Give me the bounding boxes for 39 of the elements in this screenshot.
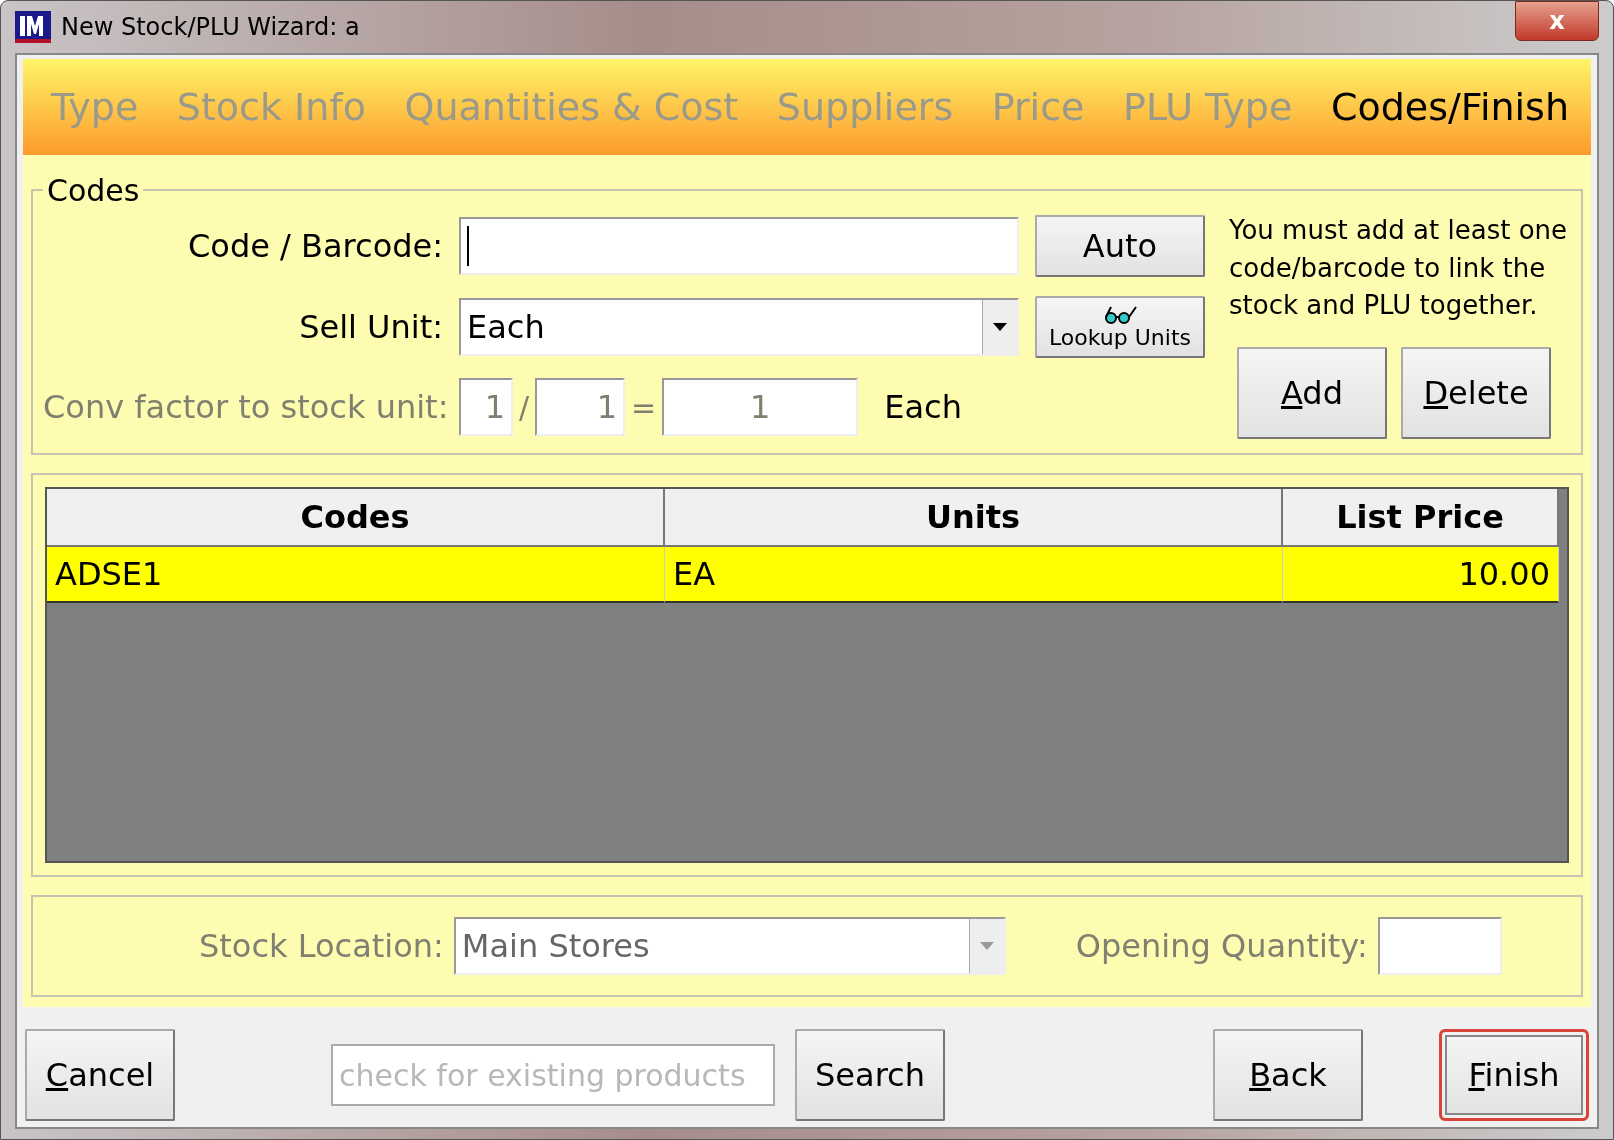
table-row[interactable]: ADSE1 EA 10.00 [47,547,1567,603]
action-button[interactable]: Add [1237,347,1387,439]
app-logo-icon [15,10,51,43]
wizard-tab[interactable]: Codes/Finish [1330,84,1569,129]
quantity-input-field[interactable] [1377,917,1502,975]
sell-unit-dropdown[interactable]: Each [459,298,1019,357]
field-label: Conv factor to stock unit: [43,388,443,427]
back-button[interactable]: Back [1213,1029,1363,1121]
number-field[interactable]: 1 [535,378,626,437]
search-field[interactable]: check for existing products [331,1044,775,1106]
field-label: Stock Location: [199,927,444,965]
unit-label: Each [884,388,962,427]
number-field[interactable]: 1 [459,378,513,437]
field-label: Opening Quantity: [1075,927,1368,965]
search-button[interactable]: Search [795,1029,945,1121]
hint-text: You must add at least one code/barcode to link the stock and PLU together. [1229,213,1569,323]
close-button[interactable]: x [1515,1,1599,41]
cancel-button[interactable]: Cancel [25,1029,175,1121]
lookup-units-button[interactable]: Lookup Units [1035,296,1205,359]
dropdown-arrow-icon [993,323,1007,332]
field-label: Sell Unit: [298,308,443,347]
column-header[interactable]: List Price [1283,489,1559,547]
equals-sign: = [631,389,657,425]
table-cell: ADSE1 [47,547,665,603]
slash-sign: / [519,389,530,425]
number-field[interactable]: 1 [662,378,859,437]
column-header[interactable]: Units [665,489,1283,547]
table-cell: EA [665,547,1283,603]
window-title: New Stock/PLU Wizard: a [61,12,361,41]
action-button[interactable]: Delete [1401,347,1551,439]
field-label: Code / Barcode: [187,226,443,265]
code-input-field[interactable] [459,216,1019,275]
table-cell: 10.00 [1283,547,1559,603]
group-title: Codes [46,172,141,208]
finish-button[interactable]: Finish [1439,1029,1589,1121]
glasses-icon [1102,304,1138,325]
column-header[interactable]: Codes [47,489,665,547]
dropdown-arrow-icon [979,942,994,950]
auto-button[interactable]: Auto [1035,214,1205,277]
